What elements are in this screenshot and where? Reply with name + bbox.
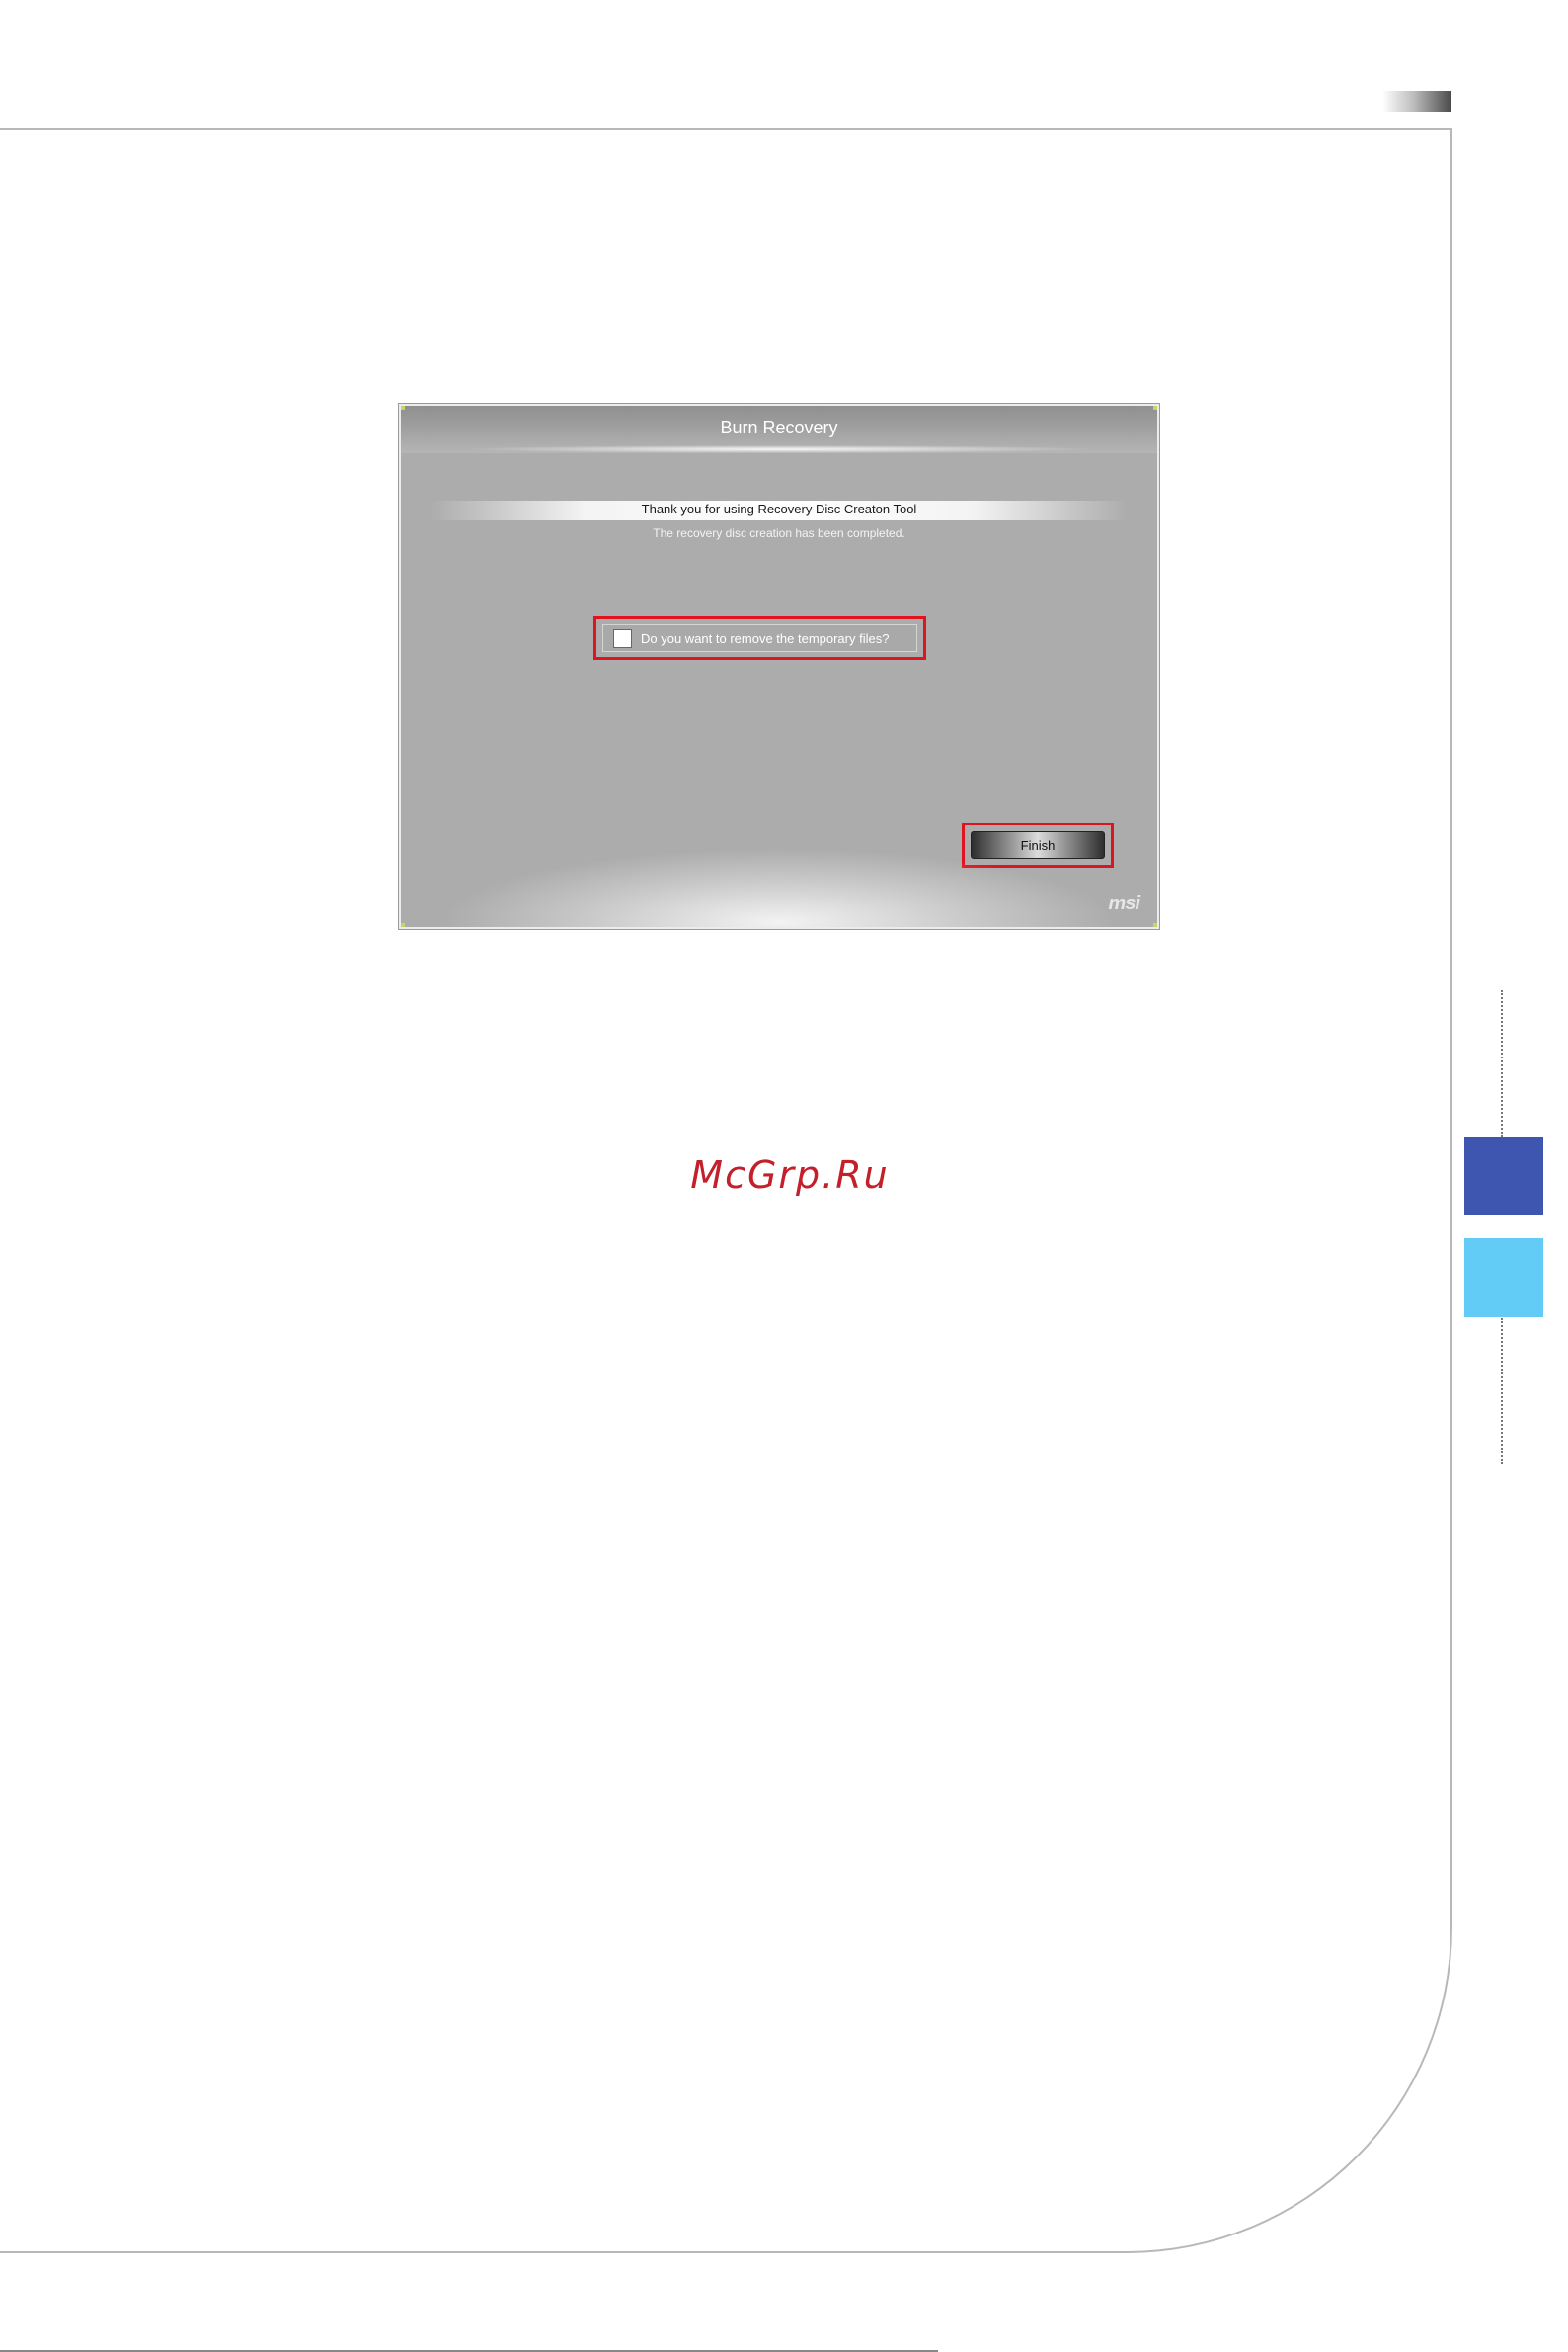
burn-recovery-dialog: Burn Recovery Thank you for using Recove… bbox=[399, 404, 1159, 929]
checkbox-highlight-frame: Do you want to remove the temporary file… bbox=[593, 616, 926, 660]
remove-temp-files-checkbox[interactable] bbox=[613, 628, 632, 648]
completion-message: The recovery disc creation has been comp… bbox=[653, 526, 905, 540]
thank-you-banner: Thank you for using Recovery Disc Creato… bbox=[431, 501, 1128, 520]
side-dotted-line-bottom bbox=[1501, 1318, 1503, 1464]
finish-button[interactable]: Finish bbox=[971, 831, 1105, 859]
remove-temp-files-label: Do you want to remove the temporary file… bbox=[641, 630, 890, 646]
banner-text: Thank you for using Recovery Disc Creato… bbox=[641, 502, 917, 516]
corner-handle bbox=[401, 923, 405, 927]
dialog-titlebar: Burn Recovery bbox=[401, 406, 1157, 453]
msi-logo: msi bbox=[1108, 893, 1140, 914]
dialog-title: Burn Recovery bbox=[720, 418, 838, 437]
side-dotted-line-top bbox=[1501, 990, 1503, 1137]
corner-handle bbox=[1153, 923, 1157, 927]
side-tab-light bbox=[1464, 1238, 1543, 1317]
header-tab bbox=[1382, 91, 1451, 112]
corner-handle bbox=[401, 406, 405, 410]
remove-temp-files-row[interactable]: Do you want to remove the temporary file… bbox=[602, 624, 917, 652]
watermark: McGrp.Ru bbox=[690, 1153, 890, 1197]
corner-handle bbox=[1153, 406, 1157, 410]
finish-highlight-frame: Finish bbox=[962, 823, 1114, 868]
